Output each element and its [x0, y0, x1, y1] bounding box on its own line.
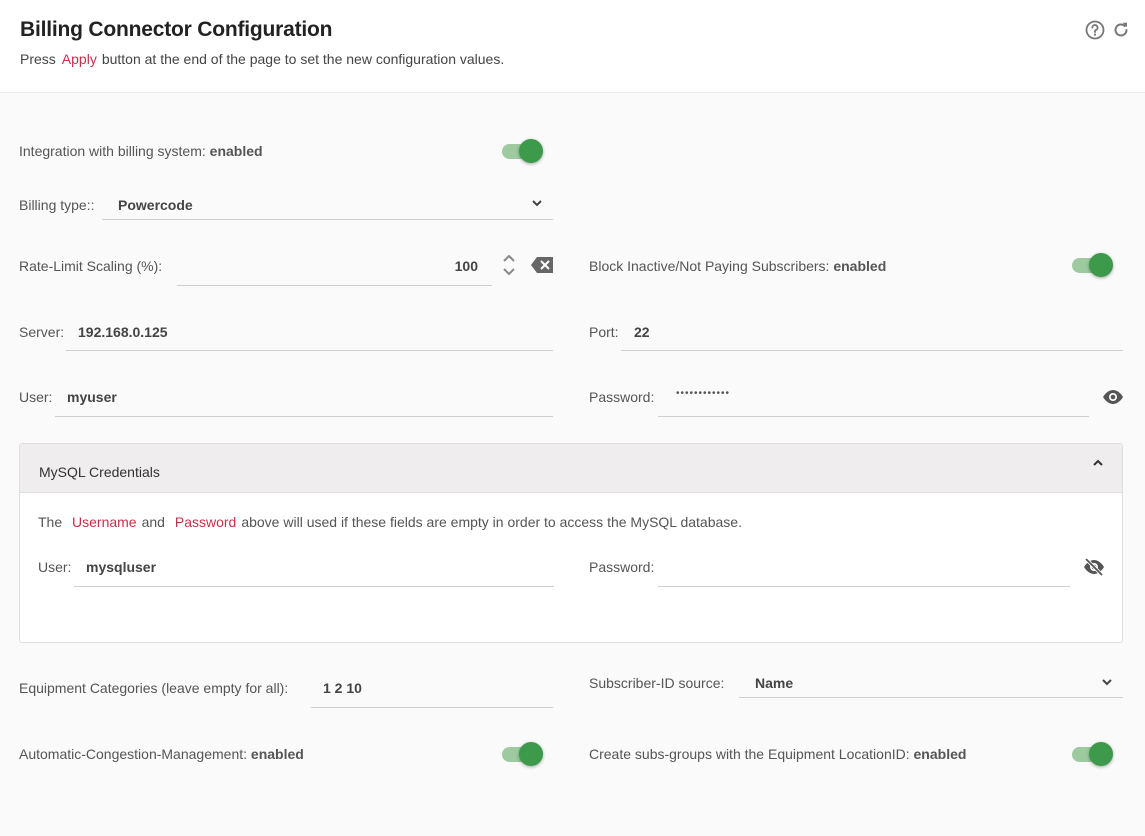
server-input[interactable]: 192.168.0.125 [66, 315, 553, 351]
mysql-credentials-panel: MySQL Credentials The Username and Passwo… [19, 443, 1123, 643]
subscriber-id-label: Subscriber-ID source: [589, 675, 725, 691]
apply-reference: Apply [61, 51, 97, 67]
mysql-note: The Username and Password above will used … [38, 514, 742, 530]
billing-type-label: Billing type:: [19, 197, 95, 213]
subs-groups-toggle[interactable] [1070, 741, 1114, 767]
eye-off-icon[interactable] [1083, 557, 1105, 579]
mysql-password-input[interactable] [658, 551, 1070, 587]
subtitle-post: button at the end of the page to set the… [101, 51, 505, 67]
mysql-password-label: Password: [589, 559, 655, 575]
user-input[interactable]: myuser [55, 381, 553, 417]
page-title: Billing Connector Configuration [20, 18, 333, 41]
server-label: Server: [19, 324, 65, 340]
password-input[interactable]: •••••••••••• [658, 381, 1089, 417]
port-value: 22 [634, 324, 650, 340]
port-input[interactable]: 22 [621, 315, 1123, 351]
password-reference: Password [174, 514, 237, 530]
mysql-user-input[interactable]: mysqluser [74, 551, 554, 587]
password-value: •••••••••••• [676, 388, 731, 399]
chevron-down-icon [531, 196, 543, 212]
integration-state: enabled [209, 143, 263, 159]
user-value: myuser [67, 389, 117, 405]
billing-type-value: Powercode [118, 197, 193, 213]
acm-label: Automatic-Congestion-Management: enabled [19, 746, 304, 762]
subscriber-id-select[interactable]: Name [739, 662, 1123, 698]
server-value: 192.168.0.125 [78, 324, 168, 340]
rate-limit-value: 100 [454, 258, 478, 274]
block-inactive-toggle[interactable] [1070, 252, 1114, 278]
integration-label: Integration with billing system: enabled [19, 143, 263, 159]
mysql-panel-title: MySQL Credentials [39, 464, 160, 480]
mysql-panel-header[interactable]: MySQL Credentials [20, 444, 1122, 493]
user-label: User: [19, 389, 53, 405]
rate-limit-label: Rate-Limit Scaling (%): [19, 258, 163, 274]
rate-limit-input[interactable]: 100 [177, 250, 492, 286]
port-label: Port: [589, 324, 619, 340]
billing-type-select[interactable]: Powercode [102, 184, 553, 220]
equipment-categories-label: Equipment Categories (leave empty for al… [19, 680, 289, 696]
clear-backspace-icon[interactable] [530, 256, 554, 277]
equipment-categories-input[interactable]: 1 2 10 [311, 672, 553, 708]
acm-state: enabled [250, 746, 304, 762]
page-subtitle: Press Apply button at the end of the page … [20, 51, 504, 67]
chevron-up-icon[interactable] [1092, 456, 1104, 472]
refresh-icon[interactable] [1111, 20, 1131, 40]
chevron-down-icon [1101, 675, 1113, 691]
block-inactive-label: Block Inactive/Not Paying Subscribers: e… [589, 258, 887, 274]
eye-icon[interactable] [1102, 389, 1124, 408]
help-circle-icon[interactable] [1085, 20, 1105, 40]
subtitle-pre: Press [20, 51, 56, 67]
subs-groups-label: Create subs-groups with the Equipment Lo… [589, 746, 967, 762]
equipment-categories-value: 1 2 10 [323, 680, 362, 696]
subs-groups-state: enabled [913, 746, 967, 762]
password-label: Password: [589, 389, 655, 405]
page-header: Billing Connector Configuration Press App… [0, 0, 1145, 93]
username-reference: Username [72, 514, 137, 530]
subscriber-id-value: Name [755, 675, 794, 691]
integration-toggle[interactable] [500, 138, 544, 164]
mysql-user-value: mysqluser [86, 559, 157, 575]
stepper-arrows-icon[interactable] [501, 253, 517, 280]
mysql-user-label: User: [38, 559, 72, 575]
acm-toggle[interactable] [500, 741, 544, 767]
block-inactive-state: enabled [833, 258, 887, 274]
